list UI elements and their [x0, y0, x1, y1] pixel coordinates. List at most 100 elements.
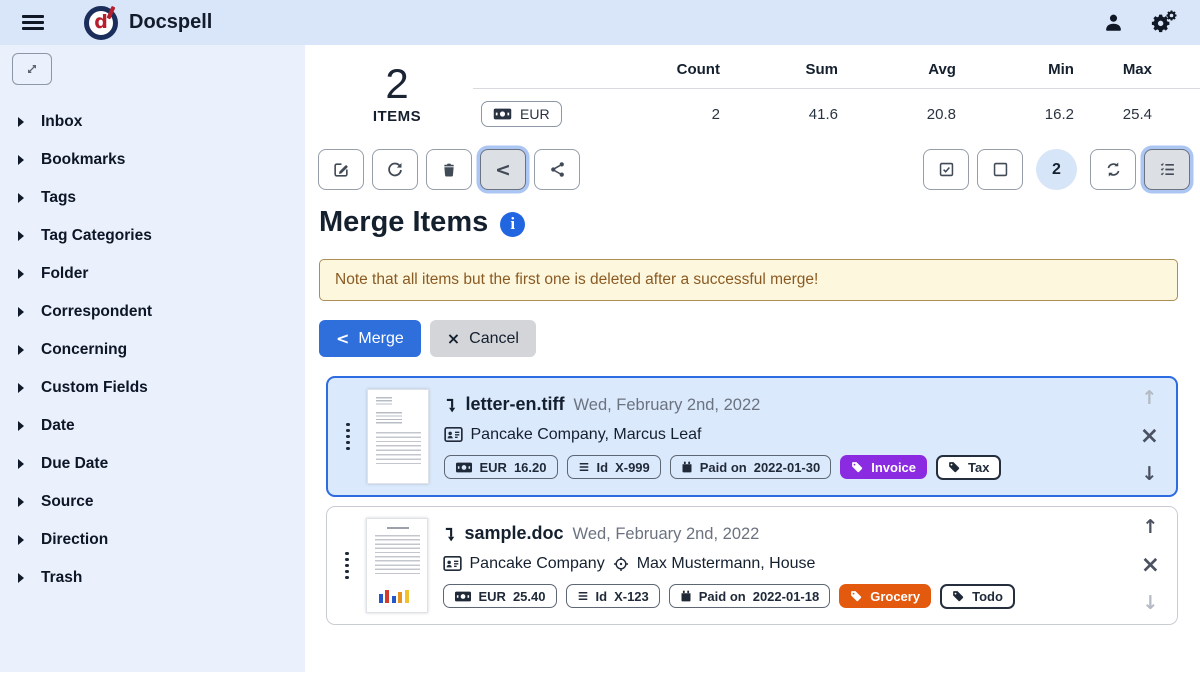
- address-card-icon: [444, 427, 463, 442]
- tag-icon: [948, 461, 960, 473]
- stats-header-count: Count: [610, 59, 728, 89]
- move-down-button[interactable]: ↓: [1142, 594, 1158, 613]
- deselect-all-button[interactable]: [977, 149, 1023, 190]
- stats-table: Count Sum Avg Min Max EUR 2 41.: [473, 59, 1200, 127]
- expand-diagonal-icon: [25, 62, 39, 76]
- selected-count-badge: 2: [1036, 149, 1077, 190]
- move-up-button[interactable]: ↑: [1141, 389, 1157, 408]
- sidebar-item-tags[interactable]: Tags: [12, 179, 293, 217]
- item-name: letter-en.tiff: [466, 394, 565, 415]
- merge-item-card-1[interactable]: letter-en.tiff Wed, February 2nd, 2022 P…: [326, 376, 1178, 497]
- stats-max-value: 25.4: [1082, 89, 1200, 128]
- drag-handle-icon[interactable]: [343, 550, 351, 582]
- stats-sum-value: 41.6: [728, 89, 846, 128]
- calendar-icon: [680, 590, 692, 602]
- item-count-block: 2 ITEMS: [347, 63, 447, 125]
- top-navbar: d Docspell: [0, 0, 1200, 45]
- drag-handle-icon[interactable]: [344, 421, 352, 453]
- amount-badge: EUR 16.20: [444, 455, 558, 479]
- address-card-icon: [443, 556, 462, 571]
- app-title: Docspell: [129, 11, 212, 34]
- item-date: Wed, February 2nd, 2022: [574, 396, 761, 415]
- sidebar-item-custom-fields[interactable]: Custom Fields: [12, 369, 293, 407]
- delete-button[interactable]: [426, 149, 472, 190]
- merge-item-card-2[interactable]: sample.doc Wed, February 2nd, 2022 Panca…: [326, 506, 1178, 625]
- menu-icon[interactable]: [22, 15, 44, 30]
- money-icon: [454, 591, 472, 602]
- stats-header-min: Min: [964, 59, 1082, 89]
- task-list-icon: [1159, 161, 1176, 178]
- tag-badge-todo: Todo: [940, 584, 1015, 609]
- app-brand[interactable]: d Docspell: [84, 6, 212, 40]
- move-up-button[interactable]: ↑: [1142, 518, 1158, 537]
- stats-avg-value: 20.8: [846, 89, 964, 128]
- lines-icon: [577, 590, 589, 602]
- amount-badge: EUR 25.40: [443, 584, 557, 608]
- currency-chip: EUR: [481, 101, 562, 127]
- sidebar-item-concerning[interactable]: Concerning: [12, 331, 293, 369]
- caret-right-icon: [18, 155, 24, 165]
- merge-chevron-icon: <: [495, 159, 511, 181]
- select-all-button[interactable]: [923, 149, 969, 190]
- stats-row: EUR 2 41.6 20.8 16.2 25.4: [473, 89, 1200, 128]
- empty-square-icon: [992, 161, 1009, 178]
- sidebar-item-tag-categories[interactable]: Tag Categories: [12, 217, 293, 255]
- remove-item-button[interactable]: ×: [1140, 425, 1159, 448]
- remove-item-button[interactable]: ×: [1141, 554, 1160, 577]
- view-menu-button[interactable]: [1144, 149, 1190, 190]
- direction-incoming-icon: [443, 526, 456, 548]
- caret-right-icon: [18, 231, 24, 241]
- move-down-button[interactable]: ↓: [1141, 465, 1157, 484]
- tag-badge-grocery: Grocery: [839, 584, 931, 608]
- sidebar-item-correspondent[interactable]: Correspondent: [12, 293, 293, 331]
- refresh-selection-button[interactable]: [1090, 149, 1136, 190]
- paid-on-badge: Paid on 2022-01-18: [669, 584, 830, 608]
- edit-button[interactable]: [318, 149, 364, 190]
- amount-value: 16.20: [514, 460, 547, 475]
- check-square-icon: [938, 161, 955, 178]
- item-concerning: Max Mustermann, House: [637, 555, 816, 573]
- caret-right-icon: [18, 345, 24, 355]
- caret-right-icon: [18, 307, 24, 317]
- caret-right-icon: [18, 269, 24, 279]
- sidebar-item-source[interactable]: Source: [12, 483, 293, 521]
- direction-incoming-icon: [444, 397, 457, 419]
- docspell-logo-icon: d: [84, 6, 118, 40]
- stats-min-value: 16.2: [964, 89, 1082, 128]
- page-title: Merge Items: [319, 206, 488, 239]
- caret-right-icon: [18, 383, 24, 393]
- redo-icon: [386, 161, 404, 179]
- merge-button[interactable]: <: [480, 149, 526, 190]
- sidebar: Inbox Bookmarks Tags Tag Categories Fold…: [0, 45, 305, 672]
- calendar-icon: [681, 461, 693, 473]
- sidebar-expand-button[interactable]: [12, 53, 52, 85]
- reload-button[interactable]: [372, 149, 418, 190]
- crosshairs-icon: [613, 556, 629, 572]
- share-button[interactable]: [534, 149, 580, 190]
- item-correspondent: Pancake Company, Marcus Leaf: [471, 426, 702, 444]
- money-icon: [493, 108, 512, 120]
- sidebar-item-bookmarks[interactable]: Bookmarks: [12, 141, 293, 179]
- merge-confirm-button[interactable]: < Merge: [319, 320, 421, 357]
- sidebar-item-trash[interactable]: Trash: [12, 559, 293, 597]
- amount-value: 25.40: [513, 589, 546, 604]
- cancel-button[interactable]: × Cancel: [430, 320, 536, 357]
- close-icon: ×: [447, 329, 460, 348]
- info-icon[interactable]: i: [500, 212, 525, 237]
- id-badge: Id X-999: [567, 455, 661, 479]
- settings-gears-icon[interactable]: [1151, 12, 1172, 33]
- sidebar-item-inbox[interactable]: Inbox: [12, 103, 293, 141]
- caret-right-icon: [18, 497, 24, 507]
- paid-on-badge: Paid on 2022-01-30: [670, 455, 831, 479]
- sidebar-item-folder[interactable]: Folder: [12, 255, 293, 293]
- user-icon[interactable]: [1104, 13, 1123, 32]
- sidebar-item-due-date[interactable]: Due Date: [12, 445, 293, 483]
- item-name: sample.doc: [465, 523, 564, 544]
- sidebar-item-direction[interactable]: Direction: [12, 521, 293, 559]
- tag-badge-invoice: Invoice: [840, 455, 927, 479]
- merge-note: Note that all items but the first one is…: [319, 259, 1178, 301]
- id-badge: Id X-123: [566, 584, 660, 608]
- sidebar-item-date[interactable]: Date: [12, 407, 293, 445]
- stats-header-sum: Sum: [728, 59, 846, 89]
- stats-header-avg: Avg: [846, 59, 964, 89]
